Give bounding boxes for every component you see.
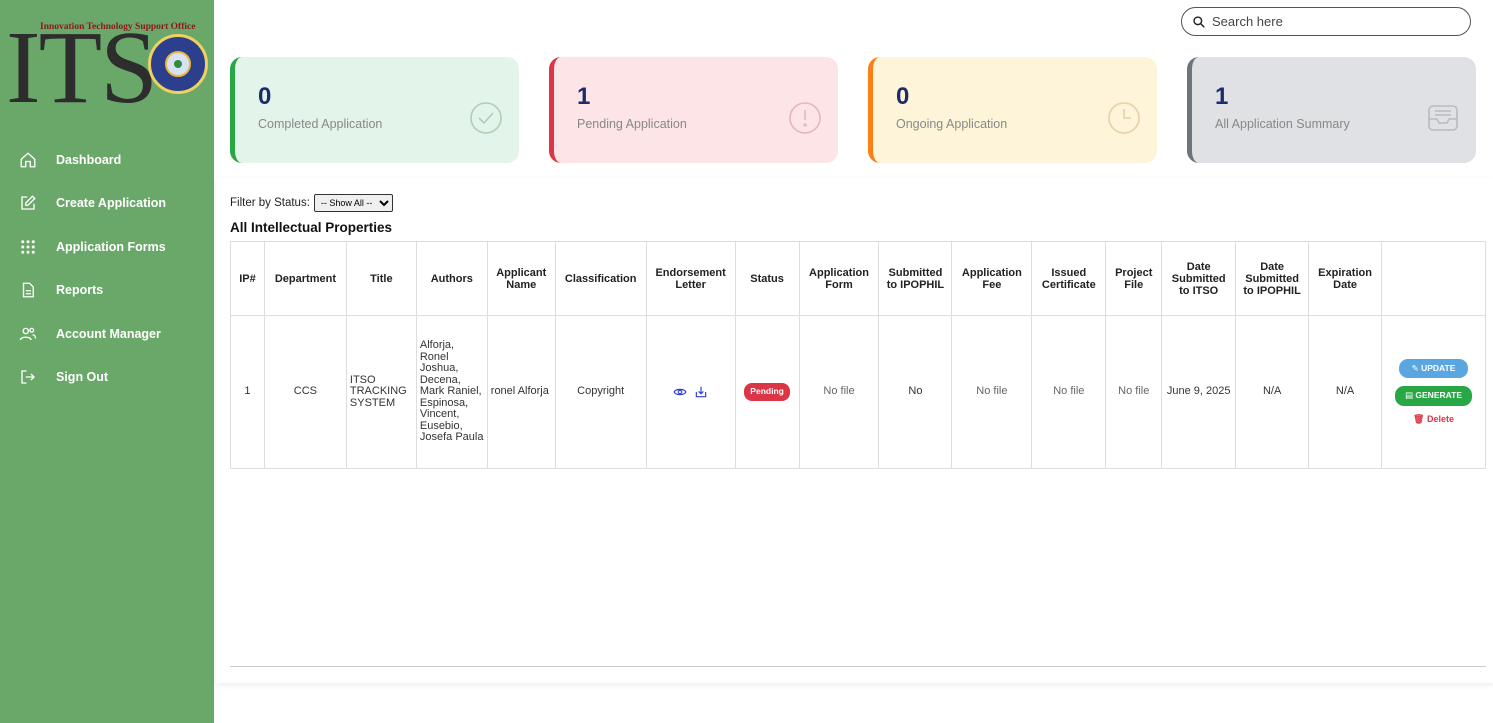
card-count: 0 xyxy=(896,83,910,110)
users-icon xyxy=(18,324,38,344)
sidebar-item-label: Create Application xyxy=(56,196,166,211)
col-issued-certificate: Issued Certificate xyxy=(1031,241,1107,316)
check-circle-icon xyxy=(470,102,502,134)
cell-endorsement-letter xyxy=(645,315,736,469)
col-authors: Authors xyxy=(415,241,488,316)
col-applicant-name: Applicant Name xyxy=(486,241,556,316)
sidebar-item-label: Dashboard xyxy=(56,152,122,167)
logo-tagline: Innovation Technology Support Office xyxy=(40,22,196,32)
cell-expiration-date: N/A xyxy=(1308,315,1383,469)
university-seal-icon xyxy=(148,34,208,94)
trash-icon: 🗑 xyxy=(1413,413,1427,424)
search-icon xyxy=(1193,15,1205,28)
col-expiration-date: Expiration Date xyxy=(1308,241,1383,316)
sidebar: ITS Innovation Technology Support Office… xyxy=(0,0,214,723)
cell-classification: Copyright xyxy=(554,315,647,469)
cell-authors: Alforja, Ronel Joshua, Decena, Mark Rani… xyxy=(415,315,488,469)
col-classification: Classification xyxy=(554,241,647,316)
col-actions xyxy=(1381,241,1486,316)
ip-table-panel: Filter by Status: -- Show All -- All Int… xyxy=(216,178,1493,683)
col-date-ipophil: Date Submitted to IPOPHIL xyxy=(1235,241,1310,316)
download-icon[interactable] xyxy=(694,385,708,399)
table-title: All Intellectual Properties xyxy=(230,220,393,235)
table-row: 1 CCS ITSO TRACKING SYSTEM Alforja, Rone… xyxy=(230,315,1486,469)
home-icon xyxy=(18,150,38,170)
cell-date-ipophil: N/A xyxy=(1235,315,1310,469)
itso-logo: ITS Innovation Technology Support Office xyxy=(6,10,208,125)
file-icon xyxy=(18,280,38,300)
col-application-fee: Application Fee xyxy=(951,241,1033,316)
card-label: Ongoing Application xyxy=(896,117,1008,131)
cell-title: ITSO TRACKING SYSTEM xyxy=(345,315,417,469)
search-box[interactable] xyxy=(1181,7,1471,36)
cell-application-fee: No file xyxy=(951,315,1033,469)
logo-text: ITS xyxy=(6,10,158,125)
sign-out-icon xyxy=(18,367,38,387)
sidebar-item-create-application[interactable]: Create Application xyxy=(0,182,214,226)
cell-date-itso: June 9, 2025 xyxy=(1161,315,1237,469)
clock-icon xyxy=(1108,102,1140,134)
update-button[interactable]: ✎ UPDATE xyxy=(1398,358,1469,379)
col-title: Title xyxy=(345,241,417,316)
card-count: 1 xyxy=(1215,83,1229,110)
sidebar-nav: Dashboard Create Application Application… xyxy=(0,138,214,399)
table-header-row: IP# Department Title Authors Applicant N… xyxy=(230,241,1486,316)
cell-department: CCS xyxy=(263,315,347,469)
view-icon[interactable] xyxy=(673,385,687,399)
card-count: 1 xyxy=(577,83,591,110)
col-status: Status xyxy=(734,241,800,316)
edit-icon xyxy=(18,193,38,213)
edit-icon: ✎ xyxy=(1411,362,1422,373)
status-badge: Pending xyxy=(744,383,790,401)
sidebar-item-reports[interactable]: Reports xyxy=(0,269,214,313)
inbox-icon xyxy=(1428,105,1458,131)
col-department: Department xyxy=(263,241,347,316)
status-filter: Filter by Status: -- Show All -- xyxy=(230,194,393,212)
card-label: Completed Application xyxy=(258,117,383,131)
col-ip: IP# xyxy=(230,241,265,316)
pending-application-card[interactable]: 1 Pending Application xyxy=(549,57,838,163)
col-endorsement-letter: Endorsement Letter xyxy=(645,241,736,316)
cell-status: Pending xyxy=(734,315,800,469)
col-project-file: Project File xyxy=(1105,241,1163,316)
card-label: Pending Application xyxy=(577,117,687,131)
cell-actions: ✎ UPDATE ▤ GENERATE 🗑 Delete xyxy=(1381,315,1486,469)
ip-table: IP# Department Title Authors Applicant N… xyxy=(230,241,1486,469)
delete-button-label: Delete xyxy=(1426,413,1454,424)
search-input[interactable] xyxy=(1212,14,1452,29)
sidebar-item-label: Reports xyxy=(56,283,104,298)
col-application-form: Application Form xyxy=(798,241,880,316)
sidebar-item-account-manager[interactable]: Account Manager xyxy=(0,312,214,356)
generate-button[interactable]: ▤ GENERATE xyxy=(1395,386,1473,406)
delete-button[interactable]: 🗑 Delete xyxy=(1413,414,1454,426)
col-submitted-ipophil: Submitted to IPOPHIL xyxy=(878,241,953,316)
divider xyxy=(230,666,1486,667)
col-date-itso: Date Submitted to ITSO xyxy=(1161,241,1237,316)
completed-application-card[interactable]: 0 Completed Application xyxy=(230,57,519,163)
cell-issued-certificate: No file xyxy=(1031,315,1107,469)
cell-ip: 1 xyxy=(230,315,265,469)
status-filter-select[interactable]: -- Show All -- xyxy=(313,194,393,212)
sidebar-item-label: Application Forms xyxy=(56,239,166,254)
sidebar-item-application-forms[interactable]: Application Forms xyxy=(0,225,214,269)
grid-icon xyxy=(18,237,38,257)
cell-project-file: No file xyxy=(1105,315,1163,469)
ongoing-application-card[interactable]: 0 Ongoing Application xyxy=(868,57,1157,163)
cell-application-form: No file xyxy=(798,315,880,469)
alert-circle-icon xyxy=(789,102,821,134)
all-application-summary-card[interactable]: 1 All Application Summary xyxy=(1187,57,1476,163)
generate-button-label: GENERATE xyxy=(1415,390,1463,401)
sidebar-item-label: Sign Out xyxy=(56,370,109,385)
filter-label: Filter by Status: xyxy=(230,197,310,209)
cell-applicant-name: ronel Alforja xyxy=(486,315,556,469)
cell-submitted-ipophil: No xyxy=(878,315,953,469)
update-button-label: UPDATE xyxy=(1421,362,1456,373)
document-icon: ▤ xyxy=(1405,390,1416,401)
card-label: All Application Summary xyxy=(1215,117,1350,131)
card-count: 0 xyxy=(258,83,272,110)
sidebar-item-sign-out[interactable]: Sign Out xyxy=(0,356,214,400)
sidebar-item-label: Account Manager xyxy=(56,326,161,341)
sidebar-item-dashboard[interactable]: Dashboard xyxy=(0,138,214,182)
